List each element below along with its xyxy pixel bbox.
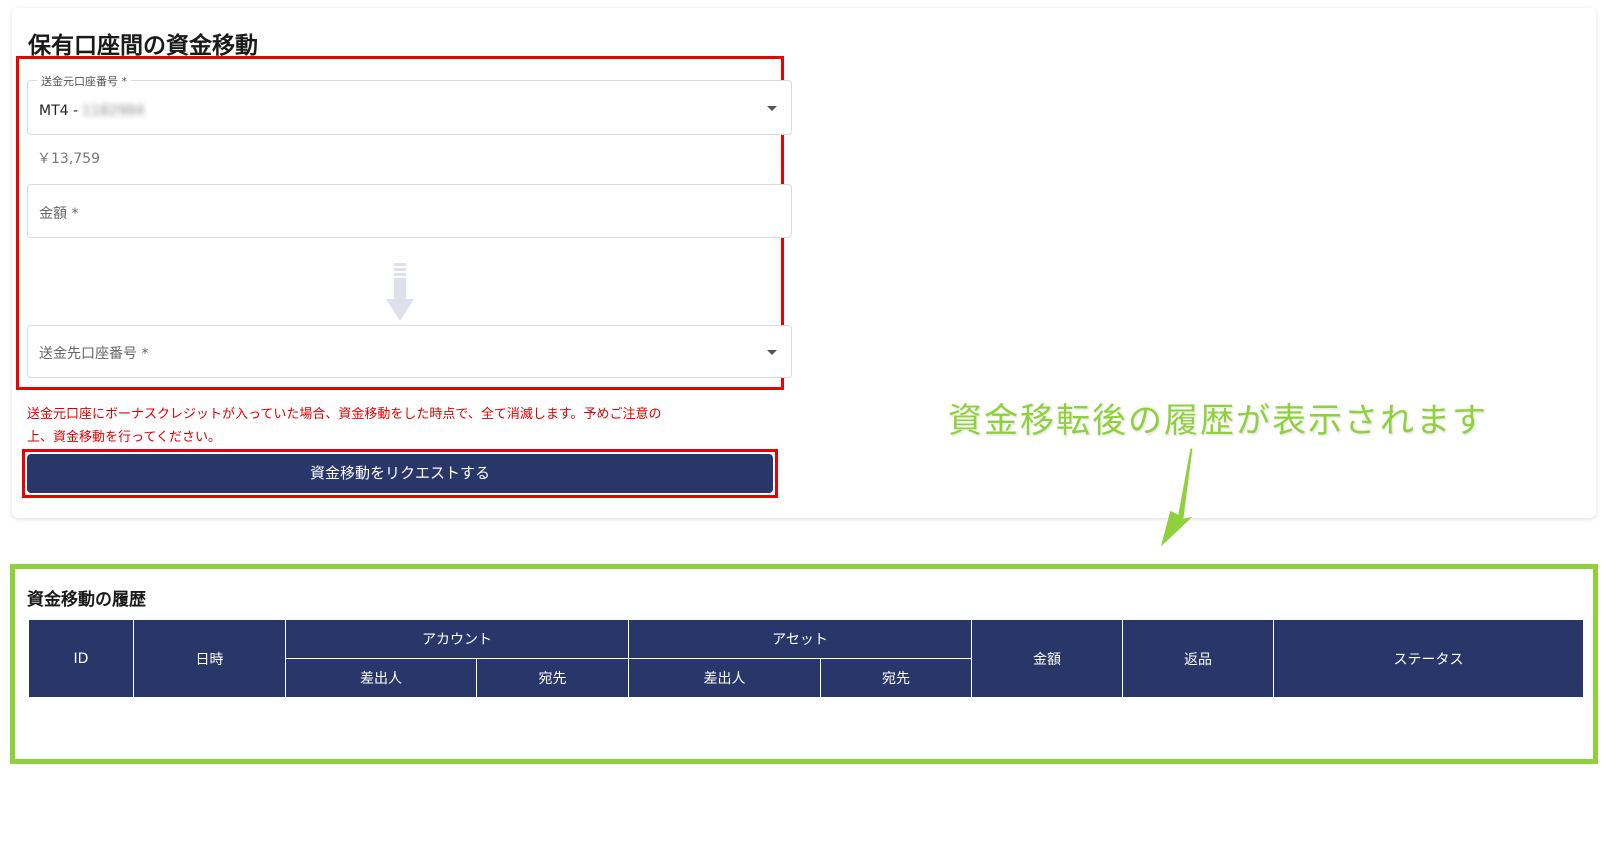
warning-line-1: 送金元口座にボーナスクレジットが入っていた場合、資金移動をした時点で、全て消滅し… — [27, 407, 662, 422]
col-header-asset-recipient: 宛先 — [819, 658, 973, 698]
from-account-prefix: MT4 - — [39, 103, 79, 119]
col-header-status: ステータス — [1273, 620, 1585, 698]
col-header-account-sender: 差出人 — [285, 658, 477, 698]
col-header-asset: アセット — [627, 620, 973, 659]
arrow-down-icon — [386, 263, 414, 321]
col-header-refund: 返品 — [1122, 620, 1275, 698]
warning-line-2: 上、資金移動を行ってください。 — [27, 430, 221, 445]
col-header-datetime: 日時 — [133, 620, 286, 698]
chevron-down-icon[interactable] — [767, 106, 777, 111]
page-title: 保有口座間の資金移動 — [28, 33, 258, 59]
from-account-select[interactable]: 送金元口座番号 * MT4 -1182984 — [27, 73, 792, 135]
amount-input[interactable]: 金額 * — [27, 184, 792, 238]
col-header-account: アカウント — [285, 620, 629, 659]
annotation-arrow-icon — [1160, 448, 1196, 548]
col-header-asset-sender: 差出人 — [628, 658, 821, 698]
col-header-id: ID — [28, 620, 134, 698]
bonus-warning-text: 送金元口座にボーナスクレジットが入っていた場合、資金移動をした時点で、全て消滅し… — [27, 403, 767, 449]
history-table: ID 日時 アカウント アセット 金額 返品 ステータス 差出人 宛先 差出人 … — [28, 620, 1585, 698]
from-account-label: 送金元口座番号 * — [37, 73, 131, 89]
from-account-number-masked: 1182984 — [82, 103, 145, 119]
to-account-placeholder: 送金先口座番号 * — [39, 346, 149, 362]
request-transfer-button[interactable]: 資金移動をリクエストする — [27, 454, 773, 493]
from-account-balance: ￥13,759 — [37, 151, 100, 167]
chevron-down-icon[interactable] — [767, 350, 777, 355]
history-annotation: 資金移転後の履歴が表示されます — [948, 401, 1488, 441]
amount-placeholder: 金額 * — [39, 206, 79, 222]
col-header-account-recipient: 宛先 — [476, 658, 629, 698]
from-account-value: MT4 -1182984 — [39, 103, 144, 119]
history-title: 資金移動の履歴 — [27, 590, 146, 610]
col-header-amount: 金額 — [971, 620, 1124, 698]
to-account-select[interactable]: 送金先口座番号 * — [27, 325, 792, 378]
